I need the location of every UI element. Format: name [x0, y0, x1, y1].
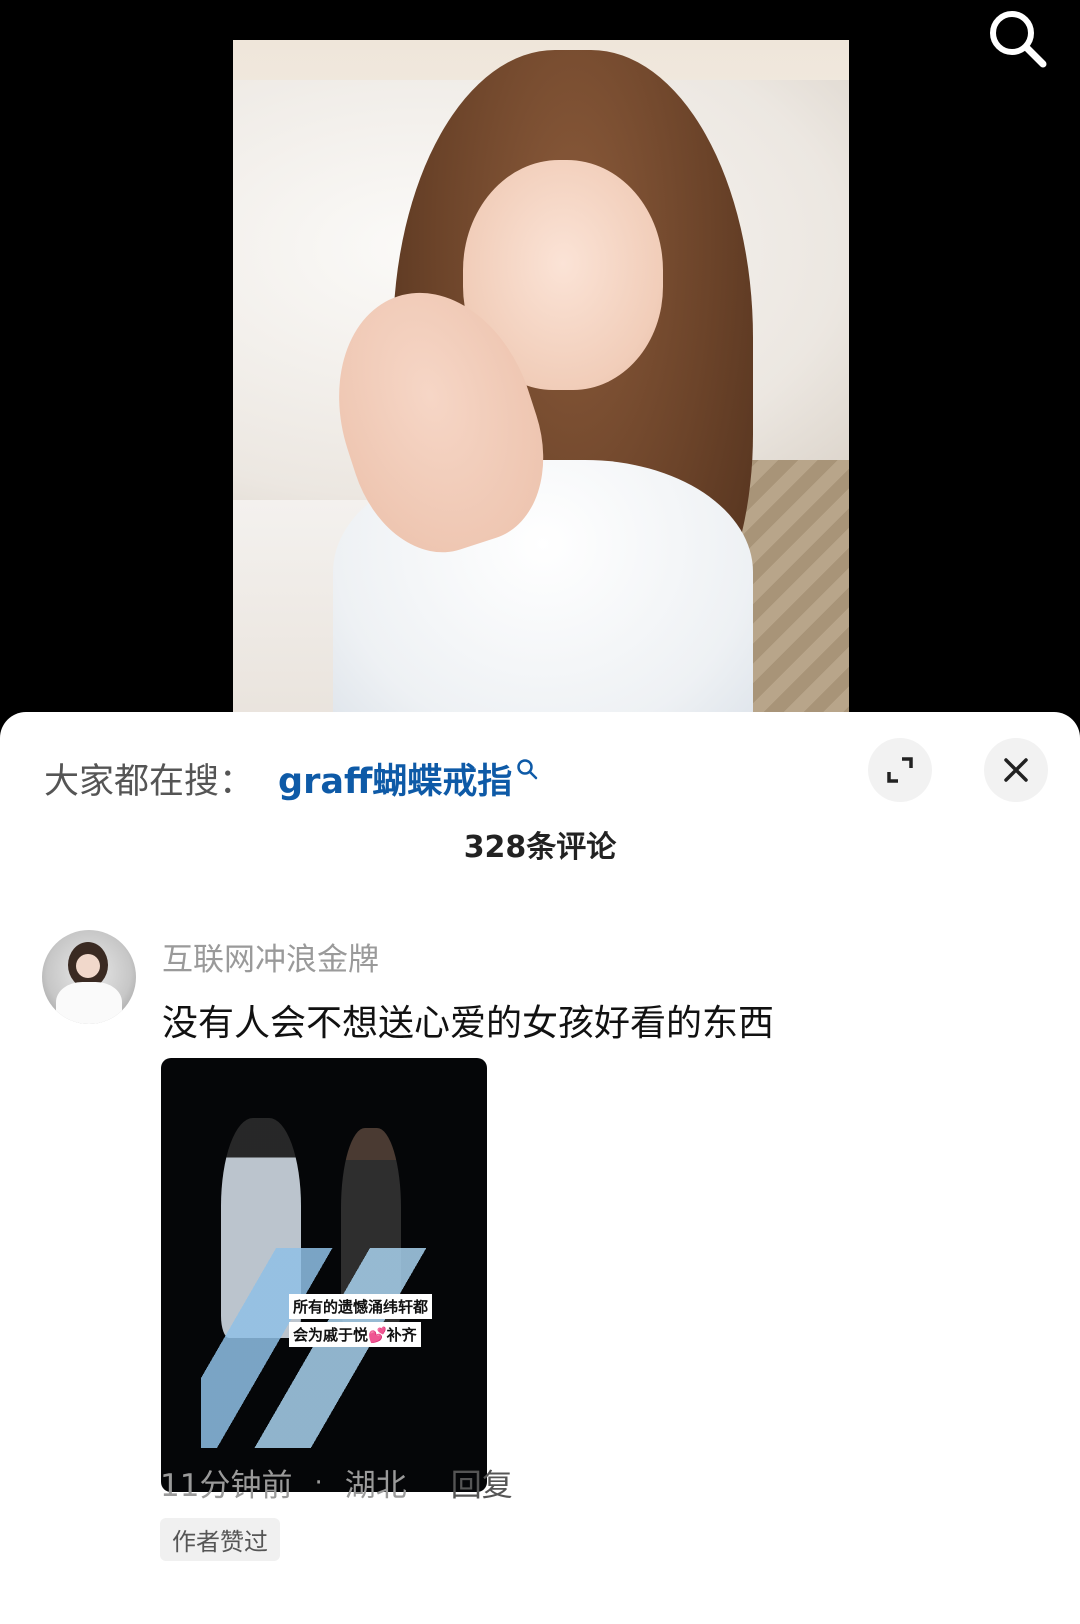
search-suggestion: 大家都在搜： graff蝴蝶戒指 [44, 748, 538, 808]
video-frame [233, 40, 849, 730]
comment-attachment-image[interactable]: 所有的遗憾涌纬轩都 会为戚于悦💕补齐 [161, 1058, 487, 1492]
comment-meta: 11分钟前 · 湖北 回复 [160, 1460, 513, 1505]
expand-button[interactable] [868, 738, 932, 802]
comment-count: 328条评论 [463, 830, 617, 865]
reply-button[interactable]: 回复 [451, 1460, 513, 1505]
suggestion-prefix: 大家都在搜： [44, 761, 255, 802]
attachment-caption: 会为戚于悦💕补齐 [289, 1322, 421, 1347]
attachment-shards [201, 1248, 461, 1448]
author-liked-badge: 作者赞过 [160, 1518, 280, 1561]
search-icon[interactable] [985, 6, 1051, 72]
video-player[interactable] [0, 0, 1080, 730]
close-icon [1004, 758, 1028, 782]
comment-location: 湖北 [344, 1468, 407, 1504]
close-button[interactable] [984, 738, 1048, 802]
comment-username[interactable]: 互联网冲浪金牌 [162, 934, 379, 979]
avatar[interactable] [42, 930, 136, 1024]
search-icon[interactable] [516, 758, 538, 780]
meta-separator: · [314, 1467, 323, 1498]
comment-sheet: 大家都在搜： graff蝴蝶戒指 328条评论 互联网冲浪金牌 没有人会不想送心… [0, 712, 1080, 1624]
attachment-caption: 所有的遗憾涌纬轩都 [289, 1294, 433, 1319]
comment-text: 没有人会不想送心爱的女孩好看的东西 [162, 1003, 775, 1044]
suggestion-term-link[interactable]: graff蝴蝶戒指 [278, 753, 512, 804]
comment-time: 11分钟前 [160, 1468, 293, 1504]
expand-icon [887, 757, 913, 783]
